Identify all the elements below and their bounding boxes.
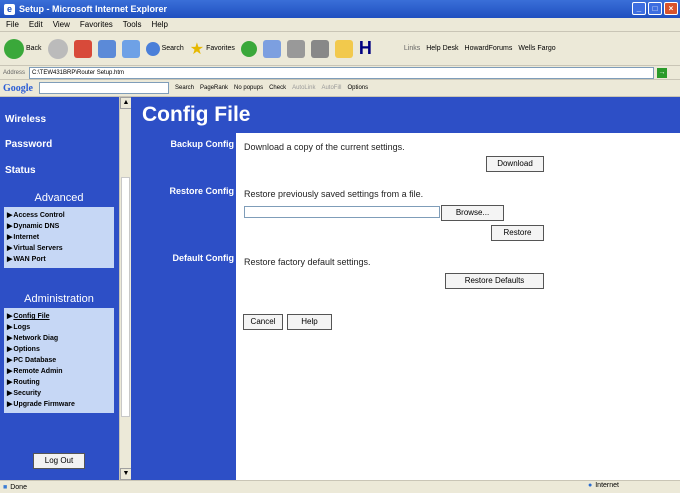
advanced-heading: Advanced <box>4 189 114 207</box>
page-title: Config File <box>142 103 251 126</box>
sidebar-item-wan-port[interactable]: ▶WAN Port <box>7 254 111 265</box>
google-search-button[interactable]: Search <box>175 85 194 91</box>
popup-blocker[interactable]: No popups <box>234 85 263 91</box>
sidebar-item-internet[interactable]: ▶Internet <box>7 232 111 243</box>
restore-defaults-button[interactable]: Restore Defaults <box>445 273 544 289</box>
history-icon[interactable] <box>240 40 257 57</box>
ie-icon: e <box>4 3 15 15</box>
default-config-label: Default Config <box>172 253 235 263</box>
administration-heading: Administration <box>4 290 114 308</box>
folder-icon[interactable] <box>334 39 353 58</box>
sidebar-item-upgrade-firmware[interactable]: ▶Upgrade Firmware <box>7 399 111 410</box>
sidebar-item-remote-admin[interactable]: ▶Remote Admin <box>7 366 111 377</box>
restore-button[interactable]: Restore <box>491 225 544 241</box>
scroll-thumb[interactable] <box>121 177 130 417</box>
sidebar-scrollbar[interactable]: ▲ ▼ <box>119 97 132 480</box>
menu-file[interactable]: File <box>6 20 19 29</box>
sidebar-item-access-control[interactable]: ▶Access Control <box>7 210 111 221</box>
restore-description: Restore previously saved settings from a… <box>244 189 424 199</box>
label-column: Backup Config Restore Config Default Con… <box>131 133 236 480</box>
restore-file-input[interactable] <box>244 206 440 218</box>
autolink-button[interactable]: AutoLink <box>292 85 315 91</box>
back-arrow-icon <box>4 38 24 59</box>
download-button[interactable]: Download <box>486 156 544 172</box>
sidebar-item-logs[interactable]: ▶Logs <box>7 322 111 333</box>
close-button[interactable]: × <box>664 2 678 15</box>
spell-check-button[interactable]: Check <box>269 85 286 91</box>
sidebar-item-security[interactable]: ▶Security <box>7 388 111 399</box>
h-icon[interactable]: H <box>359 38 372 59</box>
content-panel: Download a copy of the current settings.… <box>236 133 680 480</box>
google-logo[interactable]: Google <box>3 83 33 94</box>
menu-help[interactable]: Help <box>151 20 167 29</box>
autofill-button[interactable]: AutoFill <box>321 85 341 91</box>
menu-favorites[interactable]: Favorites <box>80 20 113 29</box>
address-bar: Address C:\TEW431BRP\Router Setup.htm → <box>0 66 680 80</box>
restore-config-label: Restore Config <box>169 186 234 196</box>
link-wells-fargo[interactable]: Wells Fargo <box>518 45 555 52</box>
backup-config-label: Backup Config <box>170 139 234 149</box>
menu-tools[interactable]: Tools <box>123 20 142 29</box>
title-bar: e Setup - Microsoft Internet Explorer _ … <box>0 0 680 18</box>
google-toolbar: Google Search PageRank No popups Check A… <box>0 80 680 97</box>
mail-icon[interactable] <box>262 39 281 58</box>
sidebar-link-status[interactable]: Status <box>5 165 36 176</box>
options-button[interactable]: Options <box>347 85 368 91</box>
status-text: Done <box>10 483 27 491</box>
sidebar-item-options[interactable]: ▶Options <box>7 344 111 355</box>
advanced-section: Advanced ▶Access Control ▶Dynamic DNS ▶I… <box>4 189 114 268</box>
zone-label: Internet <box>595 482 619 489</box>
maximize-button[interactable]: □ <box>648 2 662 15</box>
menu-bar: File Edit View Favorites Tools Help <box>0 18 680 32</box>
pagerank-indicator[interactable]: PageRank <box>200 85 228 91</box>
status-bar: ■ Done <box>0 480 680 493</box>
browse-button[interactable]: Browse... <box>441 205 504 221</box>
sidebar-item-network-diag[interactable]: ▶Network Diag <box>7 333 111 344</box>
star-icon: ★ <box>189 40 205 58</box>
logout-button[interactable]: Log Out <box>33 453 85 469</box>
link-help-desk[interactable]: Help Desk <box>426 45 458 52</box>
links-label: Links <box>403 45 421 52</box>
search-icon <box>145 41 160 56</box>
sidebar-item-virtual-servers[interactable]: ▶Virtual Servers <box>7 243 111 254</box>
link-howardforums[interactable]: HowardForums <box>465 45 513 52</box>
help-button[interactable]: Help <box>287 314 332 330</box>
sidebar-link-password[interactable]: Password <box>5 139 52 150</box>
home-icon[interactable] <box>121 39 140 58</box>
google-search-input[interactable] <box>39 82 169 94</box>
window-title: Setup - Microsoft Internet Explorer <box>19 4 168 14</box>
security-zone: ● Internet <box>588 482 619 489</box>
sidebar-item-config-file[interactable]: ▶Config File <box>7 311 111 322</box>
backup-description: Download a copy of the current settings. <box>244 142 405 152</box>
sidebar-link-wireless[interactable]: Wireless <box>5 114 46 125</box>
address-label: Address <box>3 69 26 76</box>
cancel-button[interactable]: Cancel <box>243 314 283 330</box>
go-arrow-icon[interactable]: → <box>657 67 668 78</box>
menu-edit[interactable]: Edit <box>29 20 43 29</box>
search-button[interactable]: Search <box>145 41 184 56</box>
sidebar-item-pc-database[interactable]: ▶PC Database <box>7 355 111 366</box>
menu-view[interactable]: View <box>53 20 70 29</box>
minimize-button[interactable]: _ <box>632 2 646 15</box>
stop-icon[interactable] <box>73 39 92 58</box>
page-icon: ■ <box>3 483 8 491</box>
sidebar-item-routing[interactable]: ▶Routing <box>7 377 111 388</box>
favorites-button[interactable]: ★ Favorites <box>190 39 235 59</box>
print-icon[interactable] <box>286 39 305 58</box>
administration-section: Administration ▶Config File ▶Logs ▶Netwo… <box>4 290 114 413</box>
refresh-icon[interactable] <box>97 39 116 58</box>
sidebar-item-dynamic-dns[interactable]: ▶Dynamic DNS <box>7 221 111 232</box>
sidebar <box>0 97 130 480</box>
globe-icon: ● <box>588 482 593 489</box>
forward-arrow-icon[interactable] <box>47 38 68 59</box>
edit-icon[interactable] <box>310 39 329 58</box>
back-button[interactable]: Back <box>4 38 42 59</box>
browser-toolbar: Back Search ★ Favorites H Links Help Desk… <box>0 32 680 66</box>
default-description: Restore factory default settings. <box>244 257 371 267</box>
address-input[interactable]: C:\TEW431BRP\Router Setup.htm <box>29 66 655 79</box>
